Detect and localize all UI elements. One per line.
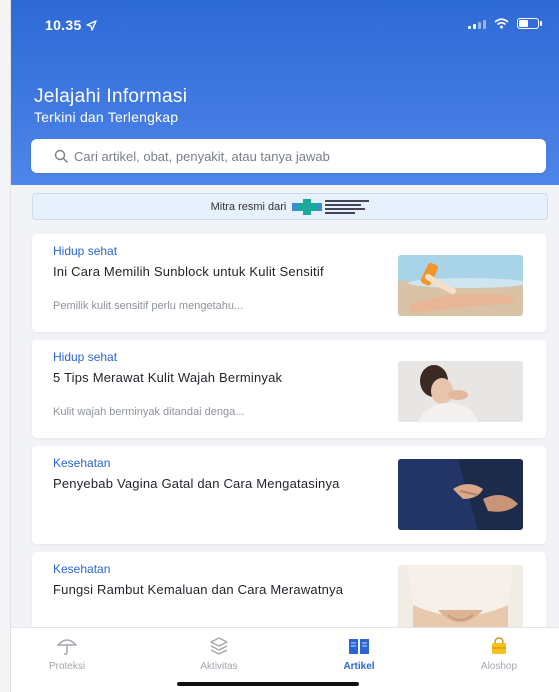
article-thumbnail	[398, 459, 523, 530]
shopping-bag-icon	[492, 637, 506, 654]
article-category: Kesehatan	[53, 562, 111, 576]
article-category: Hidup sehat	[53, 350, 118, 364]
partner-label: Mitra resmi dari	[210, 200, 287, 213]
cellular-signal-icon	[468, 19, 486, 29]
partner-banner: Mitra resmi dari	[32, 193, 548, 220]
search-input[interactable]	[74, 148, 514, 164]
page-title: Jelajahi Informasi	[34, 86, 188, 107]
tab-label: Aloshop	[480, 661, 518, 672]
status-bar-indicators	[468, 18, 542, 29]
location-arrow-icon	[85, 19, 97, 31]
tab-label: Proteksi	[48, 661, 86, 672]
layers-icon	[210, 637, 228, 655]
home-indicator[interactable]	[177, 682, 359, 686]
article-card[interactable]: Kesehatan Penyebab Vagina Gatal dan Cara…	[32, 446, 546, 544]
article-title: 5 Tips Merawat Kulit Wajah Berminyak	[53, 370, 283, 385]
kemenkes-logo	[292, 198, 370, 216]
battery-icon	[517, 18, 542, 29]
article-category: Hidup sehat	[53, 244, 118, 258]
article-category: Kesehatan	[53, 456, 111, 470]
article-excerpt: Pemilik kulit sensitif perlu mengetahu..…	[53, 300, 244, 312]
search-bar[interactable]	[31, 139, 546, 173]
article-card[interactable]: Hidup sehat Ini Cara Memilih Sunblock un…	[32, 234, 546, 332]
article-thumbnail	[398, 361, 523, 422]
tab-aloshop[interactable]: Aloshop	[459, 636, 539, 672]
time-text: 10.35	[45, 17, 82, 33]
tab-artikel[interactable]: Artikel	[319, 636, 399, 672]
article-thumbnail	[398, 255, 523, 316]
search-icon	[54, 149, 68, 163]
article-excerpt: Kulit wajah berminyak ditandai denga...	[53, 406, 245, 418]
background-app-edge	[0, 0, 11, 692]
article-title: Fungsi Rambut Kemaluan dan Cara Merawatn…	[53, 582, 344, 597]
tab-label: Aktivitas	[200, 661, 238, 672]
book-icon	[349, 639, 369, 654]
page-subtitle: Terkini dan Terlengkap	[34, 109, 179, 125]
tab-proteksi[interactable]: Proteksi	[27, 636, 107, 672]
wifi-icon	[494, 18, 509, 29]
article-card[interactable]: Hidup sehat 5 Tips Merawat Kulit Wajah B…	[32, 340, 546, 438]
umbrella-icon	[57, 639, 77, 655]
article-title: Ini Cara Memilih Sunblock untuk Kulit Se…	[53, 264, 324, 279]
article-title: Penyebab Vagina Gatal dan Cara Mengatasi…	[53, 476, 340, 491]
app-screen: 10.35 Jelajahi Informasi Terkini dan Ter…	[11, 0, 559, 692]
status-bar-time: 10.35	[45, 17, 97, 33]
tab-aktivitas[interactable]: Aktivitas	[179, 636, 259, 672]
tab-label: Artikel	[343, 661, 375, 672]
